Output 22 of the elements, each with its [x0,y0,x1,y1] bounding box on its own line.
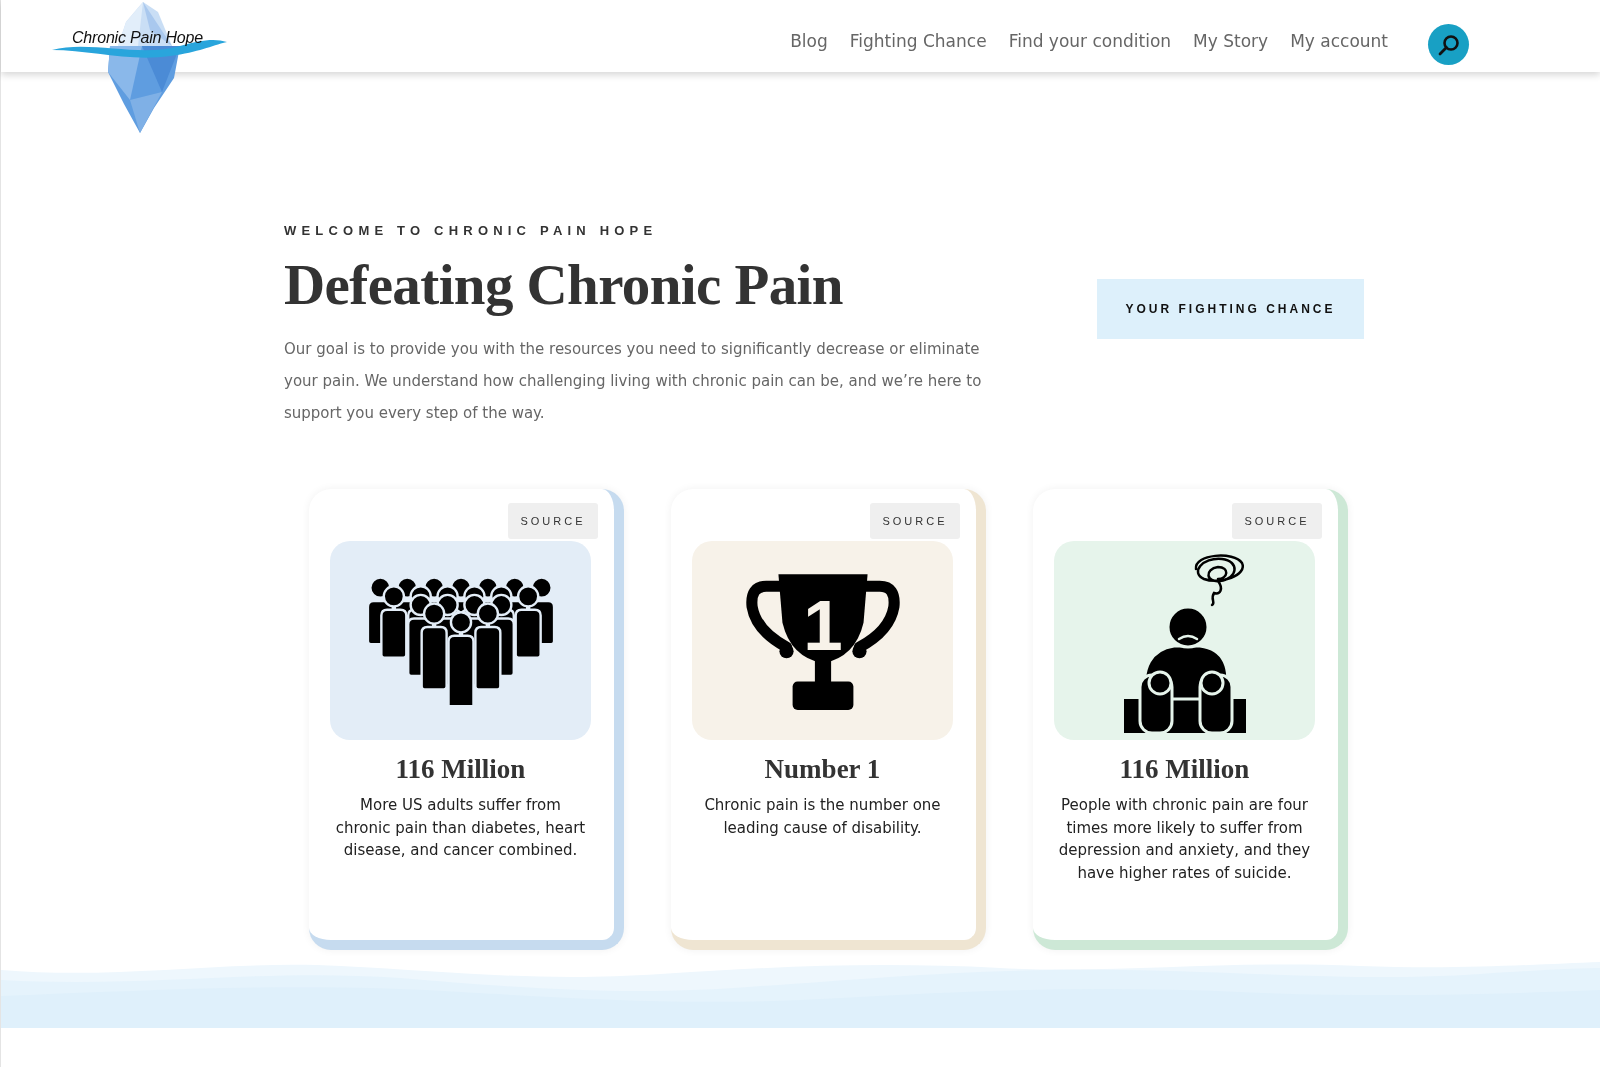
source-button[interactable]: SOURCE [508,503,598,539]
nav-link[interactable]: Fighting Chance [849,29,987,53]
trophy-number: 1 [802,585,843,665]
logo-text[interactable]: Chronic Pain Hope [72,29,203,47]
page-heading: Defeating Chronic Pain [284,253,844,317]
nav-link[interactable]: My account [1290,29,1388,53]
nav-link[interactable]: Blog [790,29,828,53]
cta-button[interactable]: YOUR FIGHTING CHANCE [1097,279,1364,339]
stat-description: More US adults suffer from chronic pain than diabetes, heart disease, and cancer combined. [334,795,587,861]
source-button[interactable]: SOURCE [1232,503,1322,539]
stat-title: Number 1 [763,753,882,785]
search-button[interactable] [1428,24,1469,65]
nav-link[interactable]: Find your condition [1008,29,1172,53]
stat-title: 116 Million [1118,753,1251,785]
source-button[interactable]: SOURCE [870,503,960,539]
search-icon [1437,33,1460,56]
stat-description: People with chronic pain are four times more likely to suffer from depression and anxiety, and they have higher rates of suicide. [1057,795,1312,884]
stat-title: 116 Million [394,753,527,785]
stat-description: Chronic pain is the number one leading cause of disability. [703,795,942,839]
intro-paragraph: Our goal is to provide you with the resources you need to significantly decrease or eliminate your pain. We understand how challenging living with chronic pain can be, and we’re here to support you every step of the way. [284,339,983,424]
nav-link[interactable]: My Story [1193,29,1269,53]
eyebrow-text: WELCOME TO CHRONIC PAIN HOPE [284,223,659,239]
